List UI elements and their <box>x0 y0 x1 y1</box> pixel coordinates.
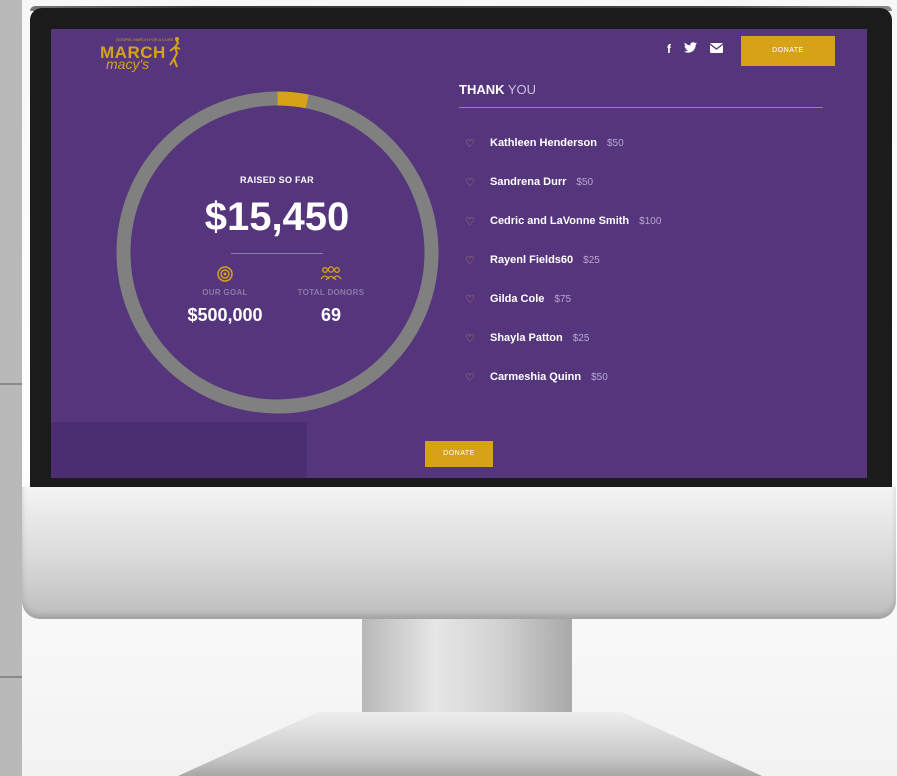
marcher-figure-icon <box>169 37 181 68</box>
left-rail-divider <box>0 676 22 678</box>
logo-macys-text: macy's <box>106 56 150 72</box>
donors-label: TOTAL DONORS <box>297 288 365 297</box>
donor-amount: $50 <box>576 176 594 188</box>
donors-stat: TOTAL DONORS 69 <box>266 266 396 326</box>
donor-name: Shayla Patton <box>490 332 563 344</box>
raised-amount: $15,450 <box>204 195 350 239</box>
left-rail <box>0 0 22 776</box>
donate-button-bottom[interactable]: DONATE <box>425 441 493 467</box>
thank-you-heading-light: YOU <box>507 82 537 97</box>
list-item: ♡ Shayla Patton $25 <box>465 328 805 348</box>
monitor-chin <box>22 487 896 619</box>
thank-you-rule <box>459 107 823 108</box>
people-icon <box>266 266 396 284</box>
list-item: ♡ Cedric and LaVonne Smith $100 <box>465 211 805 231</box>
thank-you-heading-bold: THANK <box>459 82 505 97</box>
donor-amount: $25 <box>583 254 600 266</box>
left-rail-divider <box>0 383 22 385</box>
list-item: ♡ Kathleen Henderson $50 <box>465 133 805 153</box>
thank-you-heading: THANK YOU <box>459 82 536 97</box>
list-item: ♡ Gilda Cole $75 <box>465 289 805 309</box>
donor-name: Gilda Cole <box>490 293 545 305</box>
fundraising-screen: GOSPEL MARCH FOR A CURE MARCH macy's f D… <box>51 29 867 478</box>
list-item: ♡ Rayenl Fields60 $25 <box>465 250 805 270</box>
monitor-stand-neck <box>362 619 572 714</box>
donors-value: 69 <box>320 305 342 325</box>
donor-name: Cedric and LaVonne Smith <box>490 215 630 227</box>
twitter-icon[interactable] <box>684 42 697 56</box>
social-links: f <box>667 42 724 56</box>
donor-name: Sandrena Durr <box>490 176 567 188</box>
donor-amount: $25 <box>572 332 590 344</box>
list-item: ♡ Sandrena Durr $50 <box>465 172 805 192</box>
heart-icon: ♡ <box>465 215 475 228</box>
heart-icon: ♡ <box>465 371 475 384</box>
heart-icon: ♡ <box>465 176 475 189</box>
donor-amount: $50 <box>591 371 608 383</box>
heart-icon: ♡ <box>465 137 475 150</box>
heart-icon: ♡ <box>465 293 475 306</box>
march-macys-logo[interactable]: GOSPEL MARCH FOR A CURE MARCH macy's <box>100 35 182 75</box>
bottom-panel <box>51 422 307 478</box>
donor-amount: $75 <box>554 293 572 305</box>
donor-name: Carmeshia Quinn <box>490 371 582 383</box>
facebook-icon[interactable]: f <box>667 42 671 56</box>
heart-icon: ♡ <box>465 332 475 345</box>
stats-divider <box>231 253 323 254</box>
mail-icon[interactable] <box>709 42 724 56</box>
donate-button[interactable]: DONATE <box>741 36 835 66</box>
logo-tagline: GOSPEL MARCH FOR A CURE <box>116 37 174 42</box>
donor-amount: $50 <box>606 137 624 149</box>
donor-name: Kathleen Henderson <box>490 137 597 149</box>
list-item: ♡ Carmeshia Quinn $50 <box>465 367 805 387</box>
raised-label: RAISED SO FAR <box>240 175 314 185</box>
donor-name: Rayenl Fields60 <box>490 254 574 266</box>
heart-icon: ♡ <box>465 254 475 267</box>
donor-amount: $100 <box>639 215 662 227</box>
